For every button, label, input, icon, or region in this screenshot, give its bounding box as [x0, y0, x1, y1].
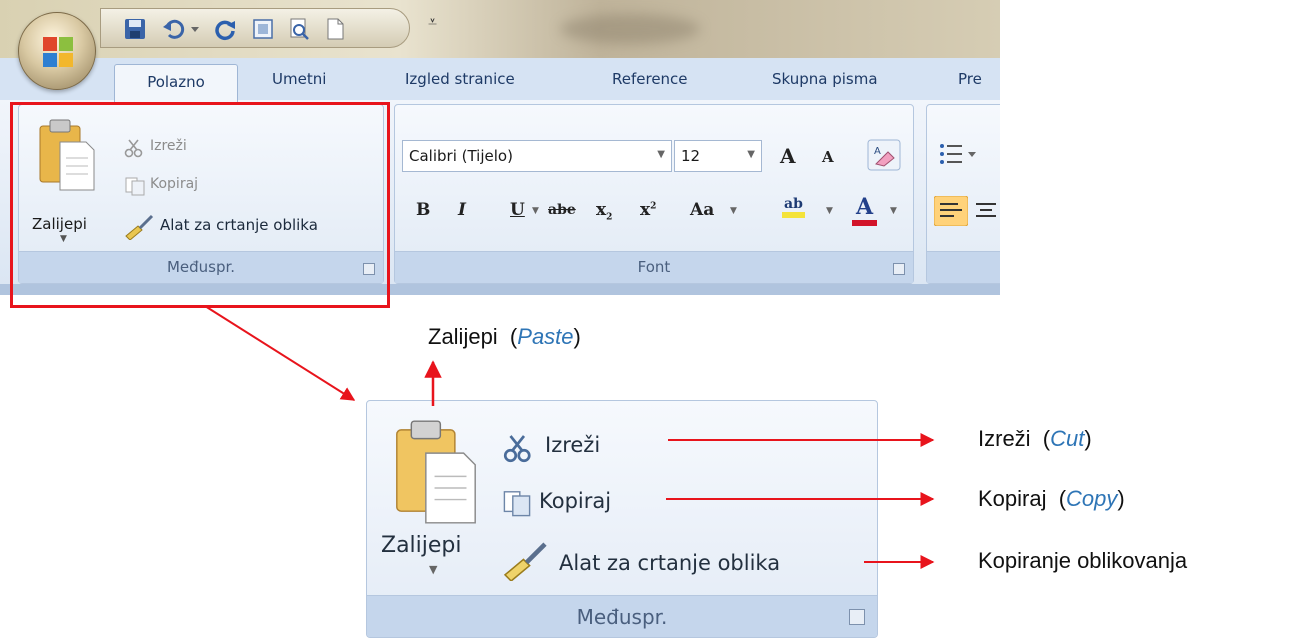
undo-icon[interactable]: [161, 17, 185, 41]
copy-annotation: Kopiraj (Copy): [978, 486, 1125, 511]
office-logo-icon: [43, 37, 73, 67]
tab-polazno[interactable]: Polazno: [114, 64, 238, 102]
redo-icon[interactable]: [213, 17, 237, 41]
fullscreen-icon[interactable]: [251, 17, 275, 41]
new-document-icon[interactable]: [323, 17, 347, 41]
save-icon[interactable]: [123, 17, 147, 41]
print-preview-icon[interactable]: [287, 17, 311, 41]
office-button[interactable]: [18, 12, 96, 90]
quick-access-toolbar: [100, 8, 410, 48]
zoom-pointer-arrow: [204, 305, 356, 401]
undo-dropdown-icon[interactable]: [189, 17, 201, 41]
paste-annotation: Zalijepi (Paste): [428, 324, 581, 349]
format-painter-annotation: Kopiranje oblikovanja: [978, 548, 1188, 573]
cut-annotation: Izreži (Cut): [978, 426, 1092, 451]
